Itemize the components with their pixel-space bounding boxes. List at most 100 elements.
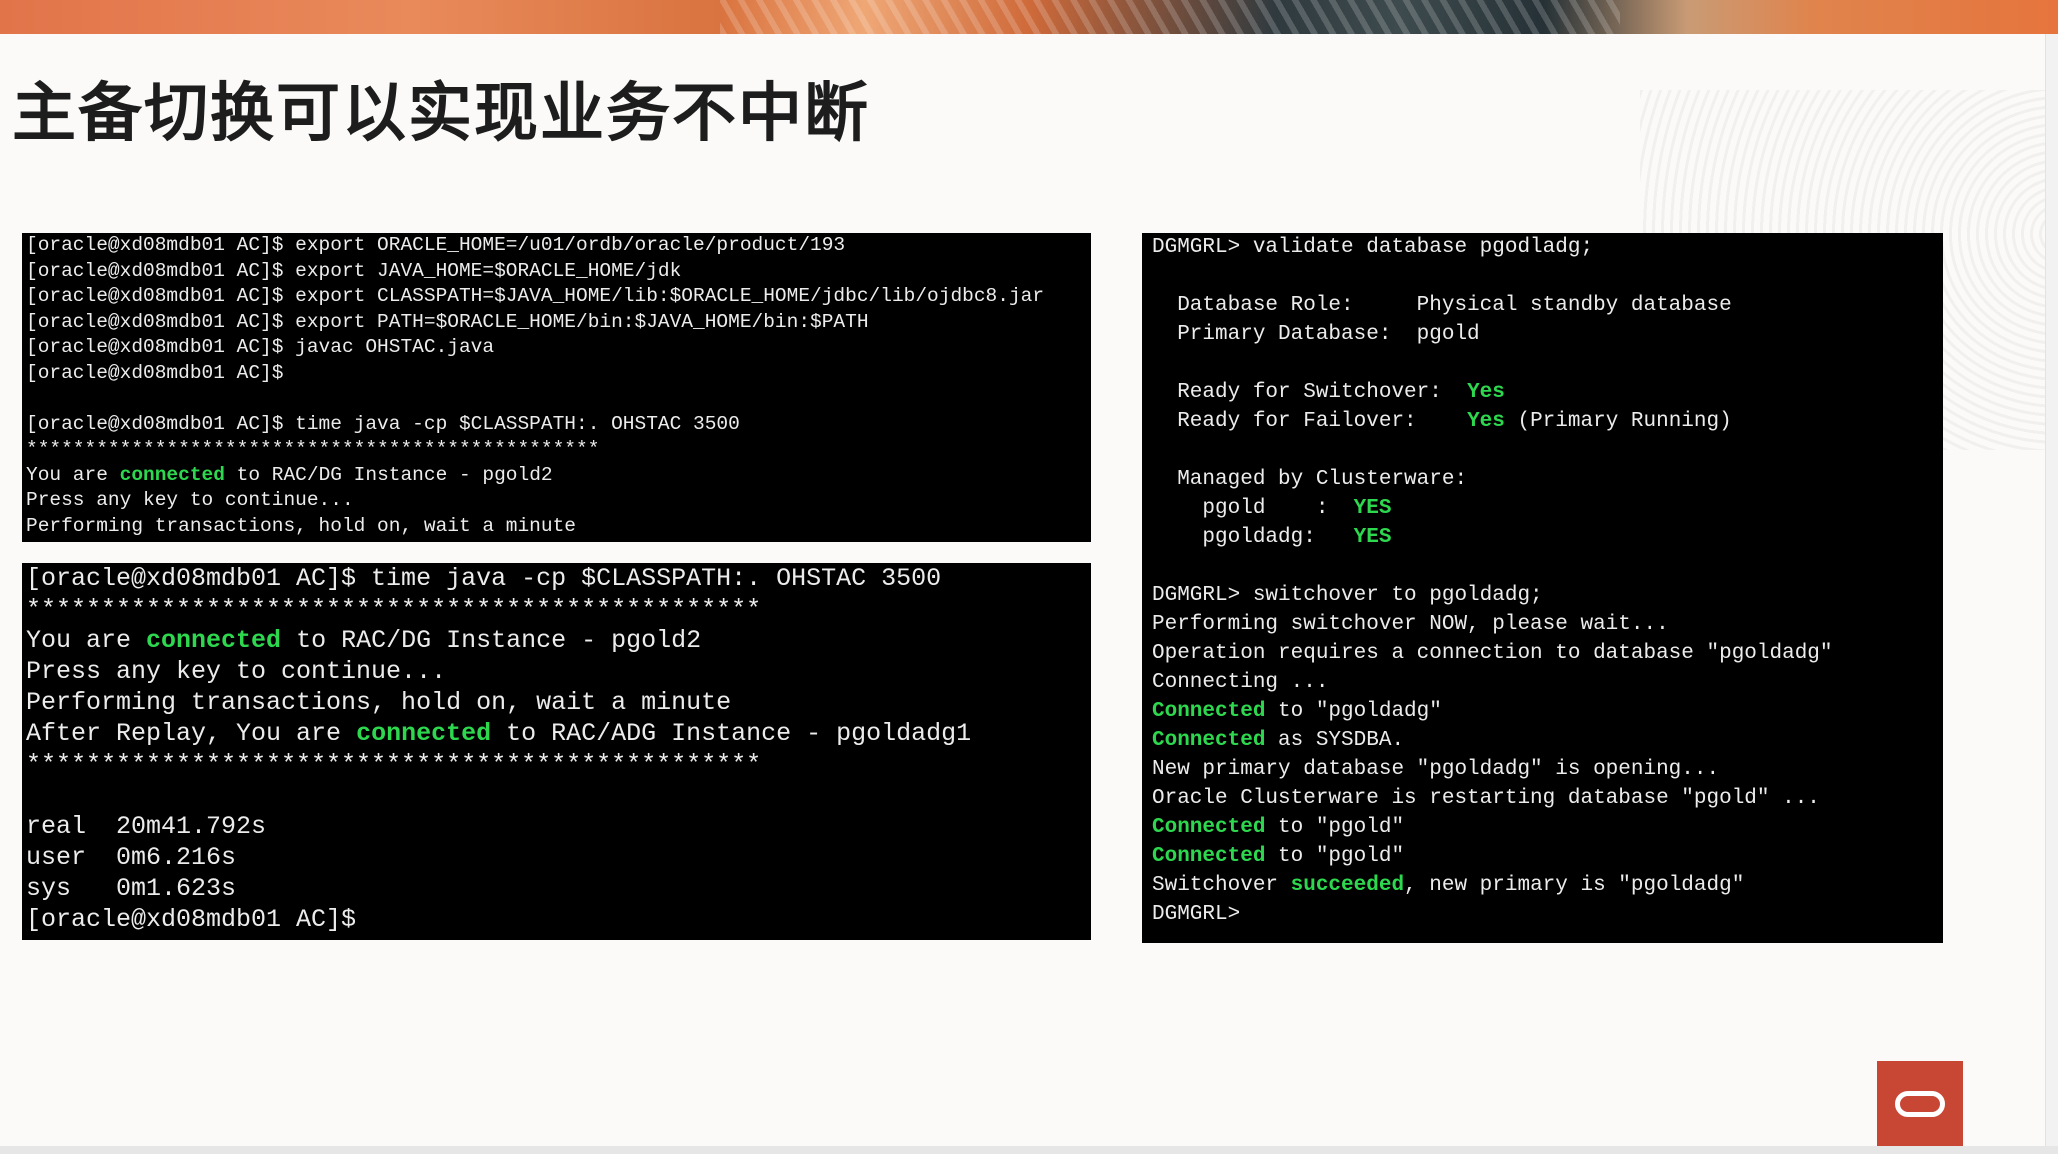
terminal-line: sys 0m1.623s xyxy=(26,873,1091,904)
terminal-line: Primary Database: pgold xyxy=(1152,320,1943,349)
terminal-line: Switchover succeeded, new primary is "pg… xyxy=(1152,871,1943,900)
terminal-dgmgrl-session: DGMGRL> validate database pgodladg; Data… xyxy=(1142,233,1943,943)
terminal-line: You are connected to RAC/DG Instance - p… xyxy=(26,625,1091,656)
terminal-line: pgold : YES xyxy=(1152,494,1943,523)
terminal-line: Connecting ... xyxy=(1152,668,1943,697)
oracle-logo-ring xyxy=(1895,1091,1945,1117)
terminal-text: Managed by Clusterware: xyxy=(1152,468,1468,491)
terminal-highlight: connected xyxy=(356,719,492,748)
decorative-banner xyxy=(0,0,2058,34)
terminal-text: DGMGRL> validate database pgodladg; xyxy=(1152,236,1594,259)
terminal-line: Performing transactions, hold on, wait a… xyxy=(26,514,1091,540)
terminal-text: New primary database "pgoldadg" is openi… xyxy=(1152,758,1720,781)
terminal-highlight: Connected xyxy=(1152,845,1266,868)
terminal-text: to "pgoldadg" xyxy=(1265,700,1442,723)
terminal-line: Connected as SYSDBA. xyxy=(1152,726,1943,755)
page-title: 主备切换可以实现业务不中断 xyxy=(12,77,870,151)
terminal-line: [oracle@xd08mdb01 AC]$ export PATH=$ORAC… xyxy=(26,310,1091,336)
banner-pattern xyxy=(720,0,1620,34)
terminal-text: You are xyxy=(26,626,147,655)
terminal-text: DGMGRL> switchover to pgoldadg; xyxy=(1152,584,1543,607)
terminal-text: Performing transactions, hold on, wait a… xyxy=(26,688,732,717)
terminal-replay-session: [oracle@xd08mdb01 AC]$ time java -cp $CL… xyxy=(22,563,1091,940)
terminal-text: pgoldadg: xyxy=(1152,526,1354,549)
terminal-highlight: succeeded xyxy=(1290,874,1405,897)
terminal-text: [oracle@xd08mdb01 AC]$ export PATH=$ORAC… xyxy=(26,310,869,333)
terminal-line: Operation requires a connection to datab… xyxy=(1152,639,1943,668)
terminal-text: Primary Database: pgold xyxy=(1152,323,1480,346)
terminal-line: Ready for Switchover: Yes xyxy=(1152,378,1943,407)
terminal-text: Performing transactions, hold on, wait a… xyxy=(26,514,576,537)
terminal-text: [oracle@xd08mdb01 AC]$ time java -cp $CL… xyxy=(26,564,942,593)
terminal-text: Performing switchover NOW, please wait..… xyxy=(1152,613,1669,636)
terminal-text: ****************************************… xyxy=(26,750,762,779)
terminal-line: ****************************************… xyxy=(26,437,1091,463)
terminal-line: ****************************************… xyxy=(26,749,1091,780)
terminal-text: as SYSDBA. xyxy=(1265,729,1405,752)
terminal-highlight: YES xyxy=(1353,497,1392,520)
terminal-text: real 20m41.792s xyxy=(26,812,267,841)
terminal-line: Ready for Failover: Yes (Primary Running… xyxy=(1152,407,1943,436)
terminal-text: Ready for Switchover: xyxy=(1152,381,1468,404)
terminal-text: to "pgold" xyxy=(1265,845,1405,868)
oracle-logo-icon xyxy=(1877,1061,1963,1147)
terminal-line: Connected to "pgoldadg" xyxy=(1152,697,1943,726)
terminal-highlight: connected xyxy=(119,463,225,486)
terminal-line: Oracle Clusterware is restarting databas… xyxy=(1152,784,1943,813)
terminal-text: After Replay, You are xyxy=(26,719,357,748)
terminal-text: You are xyxy=(26,463,120,486)
terminal-text: to "pgold" xyxy=(1265,816,1405,839)
terminal-line: [oracle@xd08mdb01 AC]$ xyxy=(26,904,1091,935)
terminal-text: (Primary Running) xyxy=(1504,410,1732,433)
terminal-line: You are connected to RAC/DG Instance - p… xyxy=(26,463,1091,489)
terminal-text: , new primary is "pgoldadg" xyxy=(1404,874,1745,897)
terminal-line: [oracle@xd08mdb01 AC]$ export ORACLE_HOM… xyxy=(26,233,1091,259)
terminal-text: to RAC/DG Instance - pgold2 xyxy=(281,626,702,655)
terminal-text: sys 0m1.623s xyxy=(26,874,237,903)
terminal-line: Connected to "pgold" xyxy=(1152,813,1943,842)
terminal-line: [oracle@xd08mdb01 AC]$ xyxy=(26,361,1091,387)
terminal-highlight: Connected xyxy=(1152,700,1266,723)
terminal-highlight: Connected xyxy=(1152,816,1266,839)
vertical-scrollbar[interactable] xyxy=(2045,34,2058,1146)
terminal-text: [oracle@xd08mdb01 AC]$ xyxy=(26,905,357,934)
terminal-text: ****************************************… xyxy=(26,438,600,460)
terminal-text: Ready for Failover: xyxy=(1152,410,1468,433)
terminal-text: DGMGRL> xyxy=(1152,903,1241,926)
terminal-text: user 0m6.216s xyxy=(26,843,237,872)
bottom-edge xyxy=(0,1146,2058,1154)
terminal-line: Managed by Clusterware: xyxy=(1152,465,1943,494)
terminal-text: Operation requires a connection to datab… xyxy=(1152,642,1833,665)
terminal-line: [oracle@xd08mdb01 AC]$ time java -cp $CL… xyxy=(26,412,1091,438)
terminal-text: [oracle@xd08mdb01 AC]$ time java -cp $CL… xyxy=(26,412,740,435)
terminal-line: New primary database "pgoldadg" is openi… xyxy=(1152,755,1943,784)
terminal-line: DGMGRL> validate database pgodladg; xyxy=(1152,233,1943,262)
terminal-text: Press any key to continue... xyxy=(26,657,447,686)
terminal-highlight: connected xyxy=(146,626,282,655)
terminal-line: real 20m41.792s xyxy=(26,811,1091,842)
terminal-line: Connected to "pgold" xyxy=(1152,842,1943,871)
terminal-line: After Replay, You are connected to RAC/A… xyxy=(26,718,1091,749)
terminal-text: [oracle@xd08mdb01 AC]$ export ORACLE_HOM… xyxy=(26,234,846,256)
terminal-line: Performing transactions, hold on, wait a… xyxy=(26,687,1091,718)
terminal-line: Press any key to continue... xyxy=(26,656,1091,687)
terminal-line: DGMGRL> xyxy=(1152,900,1943,929)
terminal-text: [oracle@xd08mdb01 AC]$ export JAVA_HOME=… xyxy=(26,259,682,282)
terminal-highlight: Yes xyxy=(1467,410,1505,433)
terminal-line: Performing switchover NOW, please wait..… xyxy=(1152,610,1943,639)
terminal-line: user 0m6.216s xyxy=(26,842,1091,873)
terminal-highlight: Connected xyxy=(1152,729,1266,752)
terminal-line: Database Role: Physical standby database xyxy=(1152,291,1943,320)
terminal-text: Switchover xyxy=(1152,874,1291,897)
terminal-text: to RAC/DG Instance - pgold2 xyxy=(224,463,553,486)
terminal-line: [oracle@xd08mdb01 AC]$ export CLASSPATH=… xyxy=(26,284,1091,310)
terminal-setup-session: [oracle@xd08mdb01 AC]$ export ORACLE_HOM… xyxy=(22,233,1091,542)
terminal-text: Oracle Clusterware is restarting databas… xyxy=(1152,787,1820,810)
terminal-line: ****************************************… xyxy=(26,594,1091,625)
